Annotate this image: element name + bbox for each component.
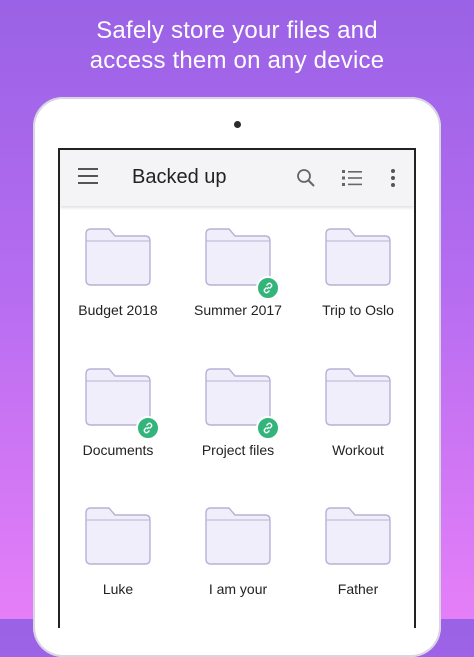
folder-item[interactable]: Luke xyxy=(60,485,180,605)
tagline-line-2: access them on any device xyxy=(89,47,385,74)
shared-link-icon xyxy=(136,416,160,440)
promo-tagline: Safely store your files and access them … xyxy=(0,16,474,76)
folder-item[interactable]: Workout xyxy=(300,346,414,466)
folder-icon xyxy=(325,507,391,565)
folder-item[interactable]: Budget 2018 xyxy=(60,206,180,326)
folder-icon xyxy=(325,368,391,426)
folder-name: Workout xyxy=(332,442,384,458)
folder-item[interactable]: Documents xyxy=(60,346,180,466)
app-bar: Backed up xyxy=(60,150,414,206)
folder-item[interactable]: Father xyxy=(300,485,414,605)
app-screen: Backed up Budget 2018 Summer 2017 Trip t… xyxy=(58,148,416,628)
folder-name: Trip to Oslo xyxy=(322,302,394,318)
folder-name: Luke xyxy=(102,581,134,597)
shared-link-icon xyxy=(256,416,280,440)
folder-name: Documents xyxy=(82,442,154,458)
folder-name: Project files xyxy=(201,442,275,458)
page-title: Backed up xyxy=(132,166,227,188)
camera-dot xyxy=(234,121,241,128)
folder-item[interactable]: Summer 2017 xyxy=(180,206,300,326)
tagline-line-1: Safely store your files and xyxy=(96,17,378,44)
folder-item[interactable]: Trip to Oslo xyxy=(300,206,414,326)
list-view-icon[interactable] xyxy=(342,169,362,187)
folder-name: Budget 2018 xyxy=(78,302,158,318)
menu-icon[interactable] xyxy=(78,168,98,184)
folder-item[interactable]: Project files xyxy=(180,346,300,466)
shared-link-icon xyxy=(256,276,280,300)
folder-icon xyxy=(325,228,391,286)
folder-name: Summer 2017 xyxy=(194,302,282,318)
folder-item[interactable]: I am your xyxy=(180,485,300,605)
folder-icon xyxy=(85,507,151,565)
folder-icon xyxy=(205,507,271,565)
folder-icon xyxy=(85,228,151,286)
folder-name: I am your xyxy=(208,581,268,597)
folder-name: Father xyxy=(337,581,379,597)
more-vert-icon[interactable] xyxy=(390,168,396,188)
search-icon[interactable] xyxy=(296,168,316,188)
